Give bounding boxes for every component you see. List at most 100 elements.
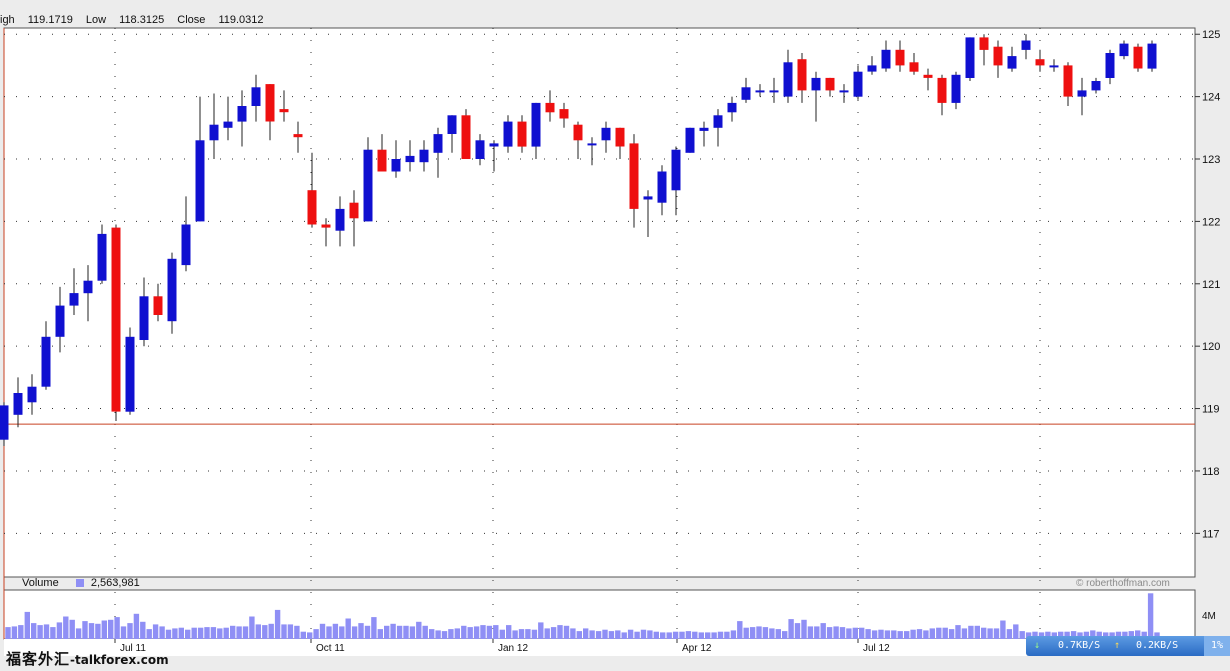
y-tick-label: 117 [1202,528,1220,540]
axis-strip-background [4,639,1195,656]
candle-body [41,336,51,387]
volume-bar [185,629,191,639]
candle-body [783,62,793,97]
volume-bar [319,623,326,639]
volume-bar [396,625,403,639]
volume-bar [230,625,236,639]
volume-bar [313,629,319,639]
volume-bar [865,629,871,639]
y-tick-label: 125 [1202,29,1220,41]
volume-bar [274,609,281,639]
volume-bar [50,627,56,639]
candle-body [951,74,961,103]
volume-bar [1147,593,1154,639]
candle-body [1021,40,1031,50]
volume-bar [75,628,82,639]
candle-body [13,393,23,415]
volume-bar [236,626,242,639]
volume-bar [724,631,730,639]
candle-body [1133,46,1143,69]
volume-bar [403,625,409,639]
chart-window: 117 118 119 120 121 122 123 124 125 4M Jul 11 Oct … [0,0,1230,671]
volume-bar [807,626,814,639]
volume-bar [217,628,223,639]
candle-body [979,37,989,50]
volume-bar [172,628,178,639]
x-tick-label: Apr 12 [682,643,712,654]
candle-body [69,293,79,306]
candle-body [83,280,93,294]
volume-bar [987,628,993,639]
volume-bar [486,625,493,639]
candle-body [223,121,233,128]
volume-bar [461,625,467,639]
volume-bar [884,630,891,639]
candle-body [475,140,485,159]
volume-bar [993,628,1000,639]
candle-body [307,190,317,225]
volume-bar [409,626,416,639]
volume-bar [698,632,704,639]
volume-bar [1006,629,1013,639]
download-arrow-icon: ↓ [1034,640,1041,651]
candle-body [629,143,639,209]
candle-body [853,71,863,97]
volume-bar [152,624,159,639]
volume-bar [454,628,460,639]
volume-bar [249,616,255,639]
volume-bar [679,631,685,639]
volume-bar [146,629,152,639]
volume-bar [749,627,756,639]
volume-bar [717,631,724,639]
volume-bar [833,626,839,639]
volume-bar [416,621,422,639]
volume-bar [127,623,133,639]
x-tick-label: Jul 12 [863,643,890,654]
close-value: 119.0312 [218,14,264,26]
volume-bar [332,623,339,639]
y-tick-label: 122 [1202,216,1220,228]
candle-body [349,202,359,219]
volume-bar [916,629,923,639]
volume-bar [294,625,300,639]
x-tick-label: Oct 11 [316,643,345,654]
upload-arrow-icon: ↑ [1114,640,1121,651]
candle-body [265,84,275,122]
volume-bar [685,631,692,639]
volume-bar [197,627,204,639]
candle-body [97,233,107,281]
volume-bar [672,631,679,639]
candle-body [503,121,513,147]
network-speed-widget[interactable]: ↓ 0.7KB/S ↑ 0.2KB/S 1% [1026,636,1230,656]
volume-bar [268,623,274,639]
candle-body [447,115,457,134]
y-tick-label: 118 [1202,466,1220,478]
volume-bar [859,627,865,639]
y-tick-label: 119 [1202,404,1220,416]
candle-body [1091,81,1101,91]
volume-bar [961,628,968,639]
candle-body [433,134,443,153]
candle-body [167,258,177,322]
candle-body [811,77,821,91]
candle-body [335,208,345,231]
volume-bar [5,627,11,639]
volume-bar [18,625,24,639]
candle-body [937,77,947,103]
volume-bar [307,632,313,639]
y-tick-label: 124 [1202,92,1220,104]
candle-body [559,109,569,119]
candle-body [839,90,849,93]
volume-bar [801,619,807,639]
y-axis: 117 118 119 120 121 122 123 124 125 4M [1195,29,1220,622]
candle-body [615,127,625,147]
volume-bar [326,626,332,639]
watermark-chinese: 福客外汇 [6,650,71,668]
volume-bar [627,629,634,639]
price-chart: 1171181191201211221231241254M Jul 11 Oct … [0,27,1220,656]
volume-bar [762,627,769,639]
volume-bar [448,629,454,639]
volume-bar [377,629,383,639]
volume-bar [557,625,563,639]
volume-bar [441,631,448,639]
